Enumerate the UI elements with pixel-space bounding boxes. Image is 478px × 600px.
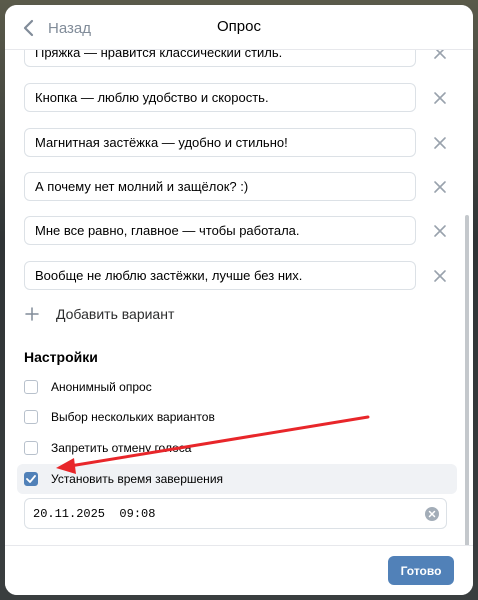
- poll-form: Пряжка — нравится классический стиль. Кн…: [5, 50, 473, 545]
- multiple-choice-checkbox-row[interactable]: Выбор нескольких вариантов: [24, 402, 215, 432]
- option-row: Мне все равно, главное — чтобы работала.: [24, 216, 448, 247]
- modal-title: Опрос: [217, 18, 261, 35]
- checkbox-label: Запретить отмену голоса: [51, 441, 192, 455]
- close-icon[interactable]: [432, 90, 448, 106]
- end-time-value: 20.11.2025 09:08: [33, 506, 156, 521]
- plus-icon: [25, 307, 39, 321]
- option-input[interactable]: Кнопка — люблю удобство и скорость.: [24, 83, 416, 112]
- checkbox-label: Выбор нескольких вариантов: [51, 410, 215, 424]
- option-row: А почему нет молний и защёлок? :): [24, 172, 448, 203]
- option-row: Магнитная застёжка — удобно и стильно!: [24, 128, 448, 159]
- end-time-input[interactable]: 20.11.2025 09:08: [24, 498, 447, 529]
- done-button[interactable]: Готово: [388, 556, 454, 585]
- end-time-checkbox-row[interactable]: Установить время завершения: [17, 464, 457, 494]
- scrollbar[interactable]: [465, 215, 469, 545]
- option-row: Пряжка — нравится классический стиль.: [24, 50, 448, 69]
- option-row: Кнопка — люблю удобство и скорость.: [24, 83, 448, 114]
- clear-icon[interactable]: [425, 507, 439, 521]
- close-icon[interactable]: [432, 223, 448, 239]
- checkbox[interactable]: [24, 441, 38, 455]
- modal-header: Назад Опрос: [5, 5, 473, 50]
- checkmark-icon: [26, 475, 36, 483]
- add-option-button[interactable]: Добавить вариант: [25, 306, 174, 322]
- option-input[interactable]: Мне все равно, главное — чтобы работала.: [24, 216, 416, 245]
- checkbox-label: Анонимный опрос: [51, 380, 152, 394]
- settings-heading: Настройки: [24, 349, 98, 365]
- checkbox[interactable]: [24, 380, 38, 394]
- option-input[interactable]: А почему нет молний и защёлок? :): [24, 172, 416, 201]
- checkbox[interactable]: [24, 410, 38, 424]
- close-icon[interactable]: [432, 135, 448, 151]
- close-icon[interactable]: [432, 268, 448, 284]
- disable-revote-checkbox-row[interactable]: Запретить отмену голоса: [24, 433, 191, 463]
- add-option-label: Добавить вариант: [56, 306, 175, 322]
- modal-footer: Готово: [5, 545, 473, 595]
- option-input[interactable]: Пряжка — нравится классический стиль.: [24, 50, 416, 67]
- option-input[interactable]: Вообще не люблю застёжки, лучше без них.: [24, 261, 416, 290]
- close-icon[interactable]: [432, 179, 448, 195]
- option-row: Вообще не люблю застёжки, лучше без них.: [24, 261, 448, 292]
- poll-modal: Назад Опрос Пряжка — нравится классическ…: [5, 5, 473, 595]
- anonymous-checkbox-row[interactable]: Анонимный опрос: [24, 372, 152, 402]
- checkbox-label: Установить время завершения: [51, 472, 224, 486]
- checkbox-checked[interactable]: [24, 472, 38, 486]
- close-icon[interactable]: [432, 50, 448, 61]
- option-input[interactable]: Магнитная застёжка — удобно и стильно!: [24, 128, 416, 157]
